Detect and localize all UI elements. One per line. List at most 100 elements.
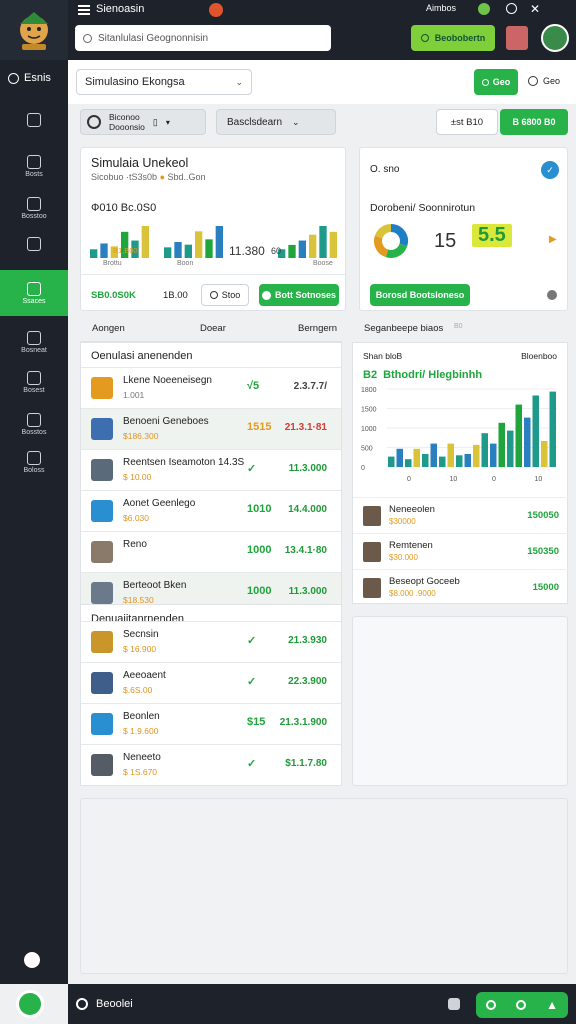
- chart-bar: [396, 448, 403, 467]
- search-field[interactable]: Sitanlulasi Geognonnisin: [75, 25, 331, 51]
- menu-icon[interactable]: [78, 5, 90, 15]
- info-icon[interactable]: ✓: [541, 161, 559, 179]
- help-icon[interactable]: [506, 3, 517, 14]
- refresh-icon[interactable]: [516, 1000, 527, 1010]
- row-value: 11.3.000: [288, 463, 327, 474]
- sidebar-item-5[interactable]: Ssaces: [0, 270, 68, 316]
- logo[interactable]: [0, 0, 68, 60]
- table-row[interactable]: Neneeto $ 1S.670 ✓ $1.1.7.80: [81, 744, 341, 785]
- list-item[interactable]: Remtenen $30.000 150350: [353, 533, 569, 569]
- section-title-1: Oenulasi anenenden: [91, 350, 193, 362]
- chart-bar: [439, 456, 446, 467]
- sidebar-item-2[interactable]: Bosts: [0, 148, 68, 184]
- table-row[interactable]: Beonlen $ 1.9.600 $15 21.3.1.900: [81, 703, 341, 744]
- profile-select[interactable]: Biconoo Dooonsio ▯ ▾: [80, 109, 206, 135]
- table-row[interactable]: Aonet Geenlego $6.030 1010 14.4.000: [81, 490, 341, 531]
- row-title: Benoeni Geneboes: [123, 416, 209, 427]
- mini-bar: [215, 226, 223, 258]
- sidebar-item-label: Boloss: [23, 466, 45, 474]
- donut-card-button[interactable]: Borosd Bootsloneso: [370, 284, 470, 306]
- simulation-select[interactable]: Simulasino Ekongsa ⌄: [76, 69, 252, 95]
- search-button[interactable]: Beobobertn: [411, 25, 495, 51]
- record-icon[interactable]: [486, 1000, 497, 1010]
- add-button[interactable]: B 6800 B0: [500, 109, 568, 135]
- x-tick-label: 10: [535, 476, 543, 483]
- mini-bar: [184, 244, 192, 258]
- row-status: ✓: [247, 758, 257, 770]
- close-icon[interactable]: ✕: [530, 2, 540, 16]
- sidebar-footer-icon[interactable]: [24, 952, 40, 968]
- table-row[interactable]: Benoeni Geneboes $186.300 1515 21.3.1·81: [81, 408, 341, 449]
- x-tick-label: 0: [407, 476, 411, 483]
- search-icon: [83, 33, 92, 43]
- account-text[interactable]: Aimbos: [426, 3, 456, 13]
- y-tick-label: 1800: [361, 387, 377, 394]
- list-title: Neneeolen: [389, 504, 435, 515]
- list-value: 15000: [532, 582, 559, 593]
- search-input[interactable]: Sitanlulasi Geognonnisin: [98, 33, 208, 44]
- settings-icon[interactable]: [448, 998, 460, 1010]
- category-select[interactable]: Basclsdearn ⌄: [216, 109, 336, 135]
- power-icon[interactable]: [76, 998, 88, 1010]
- counter-field[interactable]: ±st B10: [436, 109, 498, 135]
- summary-footer-pill[interactable]: Stoo: [201, 284, 249, 306]
- sidebar-item-8[interactable]: Bosstos: [0, 406, 68, 442]
- sidebar-item-9[interactable]: Boloss: [0, 444, 68, 480]
- sidebar-item-7[interactable]: Bosest: [0, 364, 68, 400]
- gear-icon: [27, 450, 41, 465]
- row-subtitle: 1.001: [123, 390, 145, 400]
- row-subtitle: $ 16.900: [123, 644, 157, 654]
- list-item[interactable]: Beseopt Goceeb $8.000 .9000 15000: [353, 569, 569, 605]
- avatar[interactable]: [541, 24, 569, 52]
- sidebar-item-label: Bosstoo: [21, 212, 47, 220]
- chart-bar: [549, 391, 556, 467]
- table-row[interactable]: Secnsin $ 16.900 ✓ 21.3.930: [81, 621, 341, 662]
- chart-bar: [541, 441, 548, 467]
- avatar-secondary[interactable]: [506, 26, 528, 50]
- row-subtitle: $6.030: [123, 513, 149, 523]
- summary-card: Simulaia Unekeol Sicobuo ·tS3s0b ● Sbd..…: [80, 147, 346, 311]
- sidebar-item-1[interactable]: [0, 102, 68, 138]
- row-status: √5: [247, 380, 260, 392]
- mini-bar: [164, 247, 172, 258]
- summary-subtitle: Sicobuo ·tS3s0b ● Sbd..Gon: [91, 172, 206, 182]
- chart-bar: [524, 417, 531, 467]
- summary-big-value: Ф010 Bc.0S0: [91, 202, 157, 214]
- sidebar-top[interactable]: Esnis: [8, 72, 51, 84]
- sidebar-item-4[interactable]: [0, 226, 68, 262]
- upload-icon[interactable]: ▲: [546, 998, 558, 1012]
- chevron-right-icon[interactable]: ▶: [549, 234, 557, 245]
- list-item[interactable]: Neneeolen $30000 150050: [353, 497, 569, 533]
- row-value: 13.4.1·80: [284, 545, 327, 556]
- mascot-icon: [20, 12, 48, 50]
- footer-action-group[interactable]: ▲: [476, 992, 568, 1018]
- sidebar-item-3[interactable]: Bosstoo: [0, 190, 68, 226]
- table-row[interactable]: Aeeoaent $.6S.00 ✓ 22.3.900: [81, 662, 341, 703]
- row-title: Lkene Noeeneisegn: [123, 375, 212, 386]
- mini-bar: [329, 231, 337, 258]
- status-icon[interactable]: [478, 3, 490, 15]
- row-thumbnail: [91, 672, 113, 694]
- search-icon[interactable]: [528, 76, 538, 86]
- home-button[interactable]: [16, 990, 44, 1018]
- go-button[interactable]: Geo: [474, 69, 518, 95]
- chevron-down-icon: ▾: [165, 117, 170, 127]
- column-header-2[interactable]: Doear: [200, 323, 226, 334]
- column-header-1[interactable]: Aongen: [92, 323, 125, 334]
- chart-head-left: Shan bloB: [363, 351, 403, 361]
- donut-card-label: O. sno: [370, 164, 400, 175]
- table-row[interactable]: Reentsen Iseamoton 14.3S $ 10.00 ✓ 11.3.000: [81, 449, 341, 490]
- calendar-icon: [27, 196, 41, 211]
- list-avatar: [363, 578, 381, 598]
- table-row[interactable]: Reno 1000 13.4.1·80: [81, 531, 341, 572]
- summary-action-button[interactable]: Bott Sotnoses: [259, 284, 339, 306]
- chart-bar: [473, 444, 480, 467]
- row-subtitle: $ 1S.670: [123, 767, 158, 777]
- sidebar-item-6[interactable]: Bosneat: [0, 324, 68, 360]
- list-value: 150050: [527, 510, 559, 521]
- notification-icon[interactable]: [209, 3, 223, 17]
- table-row[interactable]: Lkene Noeeneisegn 1.001 √5 2.3.7.7/: [81, 367, 341, 408]
- column-header-3[interactable]: Berngern: [298, 323, 337, 334]
- settings-icon[interactable]: [547, 290, 557, 300]
- row-title: Aeeoaent: [123, 670, 166, 681]
